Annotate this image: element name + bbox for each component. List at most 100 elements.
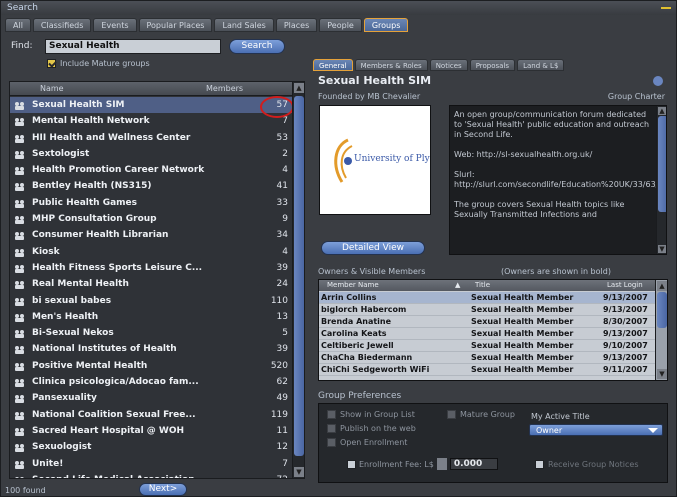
minimize-icon[interactable]: [660, 2, 672, 14]
scroll-down-icon[interactable]: ▼: [658, 245, 666, 253]
group-charter-label: Group Charter: [607, 92, 665, 101]
show-in-list-option[interactable]: Show in Group List: [327, 410, 415, 419]
group-row[interactable]: National Institutes of Health 39: [10, 341, 292, 357]
group-row-members: 110: [270, 295, 288, 306]
member-row[interactable]: Brenda Anatine Sexual Health Member 8/30/2…: [319, 316, 655, 328]
receive-notices-option[interactable]: Receive Group Notices: [535, 460, 639, 469]
group-row[interactable]: MHP Consultation Group 9: [10, 211, 292, 227]
column-name-header[interactable]: Name: [40, 82, 64, 96]
group-row[interactable]: Positive Mental Health 520: [10, 358, 292, 374]
show-in-list-checkbox[interactable]: [327, 410, 336, 419]
scroll-up-icon[interactable]: ▲: [294, 83, 304, 93]
tab-places[interactable]: Places: [275, 18, 318, 32]
group-row[interactable]: Bentley Health (NS315) 41: [10, 178, 292, 194]
member-title: Sexual Health Member: [471, 305, 574, 314]
group-row-name: Sacred Heart Hospital @ WOH: [32, 425, 185, 436]
results-scrollbar[interactable]: ▲ ▼: [292, 82, 304, 478]
next-button[interactable]: Next>: [139, 483, 187, 496]
tab-classifieds[interactable]: Classifieds: [32, 18, 92, 32]
group-insignia[interactable]: University of Plymouth: [319, 105, 431, 215]
publish-web-checkbox[interactable]: [327, 424, 336, 433]
group-row[interactable]: Unite! 7: [10, 456, 292, 472]
tab-all[interactable]: All: [5, 18, 31, 32]
group-row[interactable]: Consumer Health Librarian 34: [10, 227, 292, 243]
window-titlebar[interactable]: Search: [1, 1, 676, 15]
group-row[interactable]: Sacred Heart Hospital @ WOH 11: [10, 423, 292, 439]
open-enrollment-checkbox[interactable]: [327, 438, 336, 447]
group-row-members: 72: [277, 472, 288, 478]
group-row[interactable]: bi sexual babes 110: [10, 293, 292, 309]
member-row[interactable]: biglorch Habercom Sexual Health Member 9/1…: [319, 304, 655, 316]
mature-group-option[interactable]: Mature Group: [447, 410, 515, 419]
group-row[interactable]: Sexuologist 12: [10, 439, 292, 455]
group-row[interactable]: Real Mental Health 24: [10, 276, 292, 292]
group-row[interactable]: Kiosk 4: [10, 244, 292, 260]
group-charter[interactable]: An open group/communication forum dedica…: [449, 105, 667, 255]
column-title[interactable]: Title: [475, 280, 490, 291]
group-row[interactable]: Public Health Games 33: [10, 195, 292, 211]
info-icon[interactable]: [653, 76, 663, 86]
member-name: ChaCha Biedermann: [321, 353, 413, 362]
member-row[interactable]: Carolina Keats Sexual Health Member 9/13/2…: [319, 328, 655, 340]
group-row[interactable]: Sexual Health SIM 57: [10, 97, 292, 114]
tab-notices[interactable]: Notices: [429, 59, 468, 71]
scroll-up-icon[interactable]: ▲: [657, 281, 667, 291]
group-row[interactable]: Clinica psicologica/Adocao fam... 62: [10, 374, 292, 390]
tab-popular-places[interactable]: Popular Places: [138, 18, 213, 32]
tab-people[interactable]: People: [319, 18, 362, 32]
group-row[interactable]: Health Promotion Career Network 4: [10, 162, 292, 178]
group-row[interactable]: HII Health and Wellness Center 53: [10, 130, 292, 146]
owners-note: (Owners are shown in bold): [501, 267, 611, 276]
member-row[interactable]: ChiChi Sedgeworth WiFi Sexual Health Memb…: [319, 364, 655, 376]
receive-notices-checkbox[interactable]: [535, 460, 544, 469]
group-row-name: Bentley Health (NS315): [32, 181, 152, 192]
include-mature-checkbox[interactable]: [47, 59, 56, 68]
group-icon: [15, 199, 24, 208]
group-row[interactable]: Health Fitness Sports Leisure C... 39: [10, 260, 292, 276]
group-row[interactable]: National Coalition Sexual Free... 119: [10, 407, 292, 423]
group-row[interactable]: Bi-Sexual Nekos 5: [10, 325, 292, 341]
enrollment-fee-input[interactable]: 0.000: [449, 458, 498, 470]
charter-scrollbar[interactable]: ▲ ▼: [656, 106, 666, 254]
tab-events[interactable]: Events: [93, 18, 137, 32]
member-row[interactable]: Arrin Collins Sexual Health Member 9/13/20…: [319, 292, 655, 304]
tab-land-sales[interactable]: Land Sales: [214, 18, 274, 32]
group-row[interactable]: Men's Health 13: [10, 309, 292, 325]
scroll-thumb[interactable]: [657, 292, 667, 328]
group-row[interactable]: Second Life Medical Association 72: [10, 472, 292, 478]
group-row[interactable]: Sextologist 2: [10, 146, 292, 162]
tab-land[interactable]: Land & L$: [517, 59, 565, 71]
tab-proposals[interactable]: Proposals: [469, 59, 516, 71]
publish-web-option[interactable]: Publish on the web: [327, 424, 416, 433]
member-row[interactable]: ChaCha Biedermann Sexual Health Member 9/1…: [319, 352, 655, 364]
sort-up-icon: ▲: [455, 281, 461, 289]
enrollment-fee-checkbox[interactable]: [347, 459, 356, 469]
mature-group-checkbox[interactable]: [447, 410, 456, 419]
member-last-login: 9/13/2007: [603, 305, 648, 314]
tab-groups[interactable]: Groups: [363, 18, 409, 32]
column-last-login[interactable]: Last Login: [607, 280, 643, 291]
scroll-thumb[interactable]: [658, 116, 666, 212]
column-members-header[interactable]: Members: [206, 82, 243, 96]
scroll-down-icon[interactable]: ▼: [657, 369, 667, 379]
scroll-down-icon[interactable]: ▼: [294, 467, 304, 477]
search-window: Search All Classifieds Events Popular Pl…: [0, 0, 677, 497]
search-button[interactable]: Search: [229, 39, 285, 54]
fee-spinner-icon[interactable]: [436, 458, 447, 470]
member-row[interactable]: Celtiberic Jewell Sexual Health Member 9/1…: [319, 340, 655, 352]
scroll-thumb[interactable]: [294, 96, 304, 456]
group-icon: [15, 362, 24, 371]
include-mature-option[interactable]: Include Mature groups: [47, 59, 150, 68]
member-last-login: 8/30/2007: [603, 317, 648, 326]
column-member-name[interactable]: Member Name: [327, 280, 379, 291]
open-enrollment-option[interactable]: Open Enrollment: [327, 438, 407, 447]
members-scrollbar[interactable]: ▲ ▼: [655, 280, 667, 380]
group-row[interactable]: Mental Health Network 7: [10, 113, 292, 129]
scroll-up-icon[interactable]: ▲: [658, 107, 666, 115]
search-input[interactable]: Sexual Health: [45, 39, 221, 54]
detailed-view-button[interactable]: Detailed View: [321, 241, 425, 255]
tab-members-roles[interactable]: Members & Roles: [354, 59, 428, 71]
active-title-dropdown[interactable]: Owner: [529, 424, 663, 436]
tab-general[interactable]: General: [313, 59, 353, 71]
group-row[interactable]: Pansexuality 49: [10, 390, 292, 406]
